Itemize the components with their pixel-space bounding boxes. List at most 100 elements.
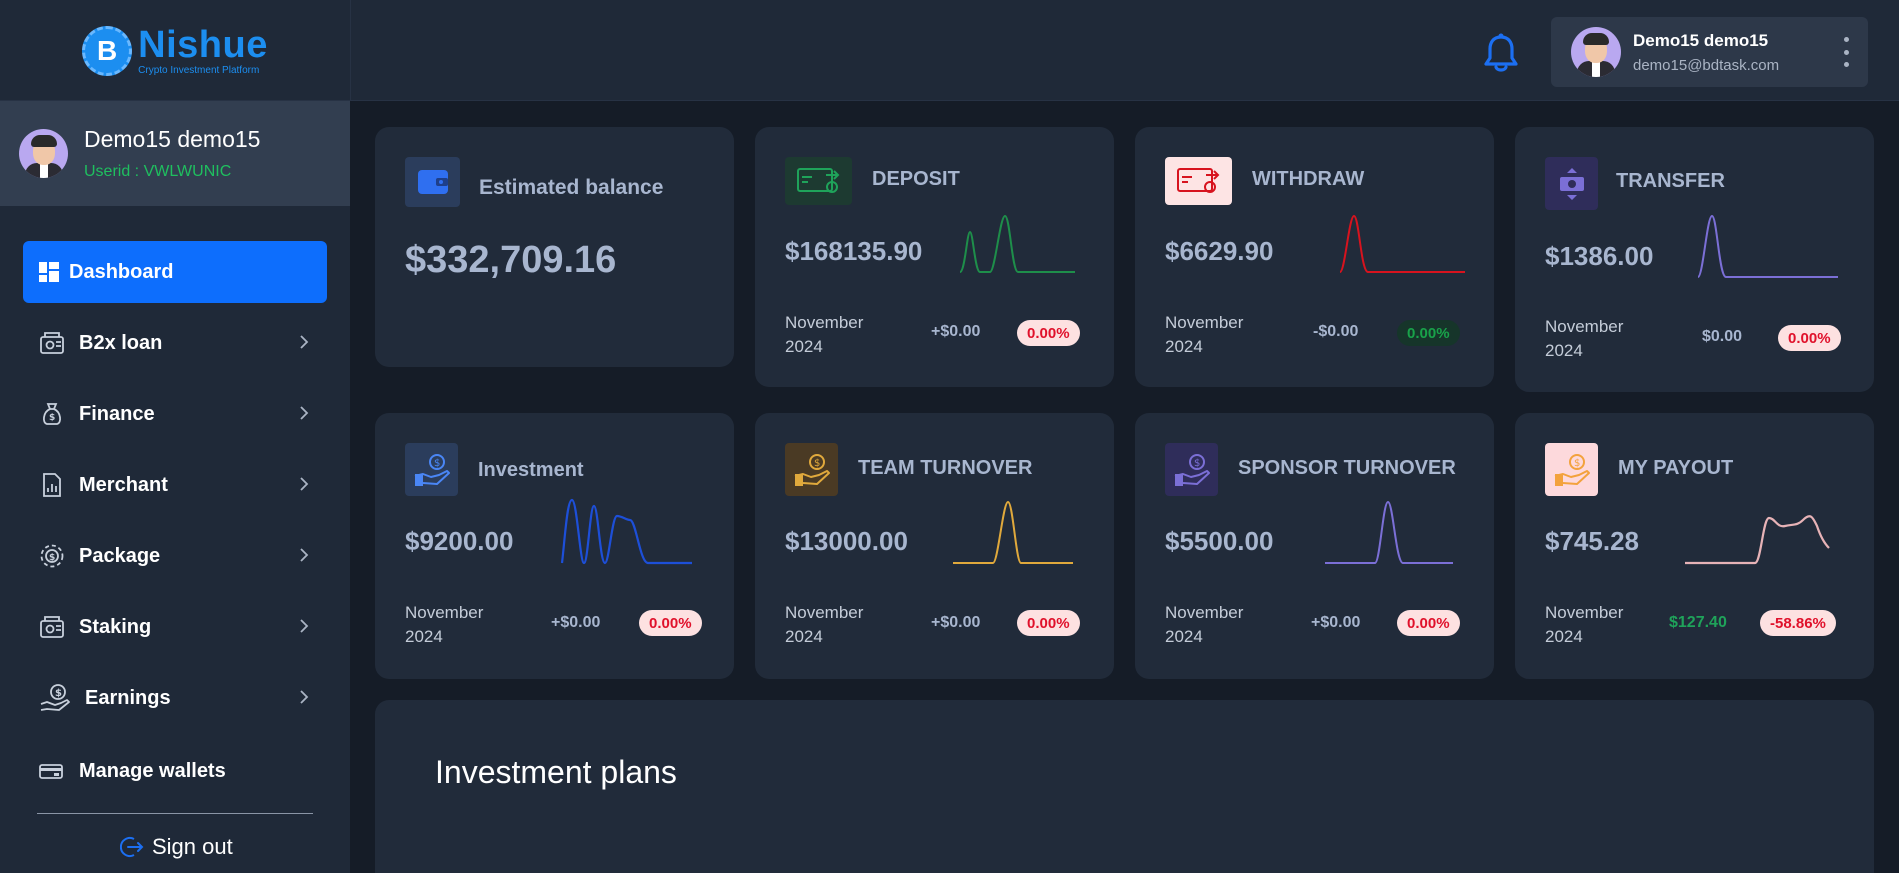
deposit-icon (785, 157, 852, 205)
sidebar-item-earnings[interactable]: $ Earnings (23, 667, 327, 729)
team-turnover-sparkline (953, 500, 1073, 564)
svg-text:$: $ (49, 413, 55, 423)
svg-text:$: $ (49, 553, 55, 563)
withdraw-card[interactable]: WITHDRAW $6629.90 November 2024 -$0.00 0.… (1135, 127, 1494, 387)
team-turnover-value: $13000.00 (785, 526, 908, 556)
sidebar-item-staking[interactable]: Staking (23, 596, 327, 658)
deposit-value: $168135.90 (785, 236, 923, 266)
sponsor-turnover-delta: +$0.00 (1311, 614, 1361, 631)
avatar (1571, 27, 1621, 77)
top-bar: B Nishue Crypto Investment Platform Demo… (0, 0, 1899, 101)
team-turnover-title: TEAM TURNOVER (858, 457, 1033, 479)
sponsor-turnover-sparkline (1325, 500, 1453, 564)
chevron-right-icon (300, 335, 309, 349)
transfer-sparkline (1697, 214, 1838, 278)
sponsor-turnover-percent-badge: 0.00% (1397, 610, 1460, 636)
sidebar-item-dashboard[interactable]: Dashboard (23, 241, 327, 303)
sidebar-item-label: Finance (79, 402, 155, 425)
wallet-card-icon (39, 758, 65, 784)
team-turnover-delta: +$0.00 (931, 614, 981, 631)
sidebar-item-b2x-loan[interactable]: B2x loan (23, 312, 327, 374)
balance-value: $332,709.16 (405, 239, 617, 281)
dashboard-icon (39, 259, 59, 285)
transfer-date: November 2024 (1545, 317, 1624, 360)
loan-icon (39, 330, 65, 356)
team-turnover-percent-badge: 0.00% (1017, 610, 1080, 636)
brand-tagline: Crypto Investment Platform (138, 64, 260, 76)
package-icon: $ (39, 543, 65, 569)
brand-logo[interactable]: B Nishue Crypto Investment Platform (0, 0, 351, 101)
team-turnover-card[interactable]: $ TEAM TURNOVER $13000.00 November 2024 +… (755, 413, 1114, 679)
chevron-right-icon (300, 619, 309, 633)
withdraw-date: November 2024 (1165, 313, 1244, 356)
my-payout-card[interactable]: $ MY PAYOUT $745.28 November 2024 $127.40… (1515, 413, 1874, 679)
transfer-card[interactable]: TRANSFER $1386.00 November 2024 $0.00 0.0… (1515, 127, 1874, 392)
transfer-value: $1386.00 (1545, 241, 1654, 271)
svg-text:$: $ (814, 458, 820, 469)
sponsor-turnover-hand-icon: $ (1165, 443, 1218, 496)
sidebar-user-id: Userid : VWLWUNIC (84, 163, 232, 180)
my-payout-percent-badge: -58.86% (1760, 610, 1836, 636)
sidebar-item-merchant[interactable]: Merchant (23, 454, 327, 516)
user-menu[interactable]: Demo15 demo15 demo15@bdtask.com (1551, 17, 1868, 87)
sponsor-turnover-date: November 2024 (1165, 603, 1244, 646)
header-user-name: Demo15 demo15 (1633, 30, 1769, 50)
transfer-delta: $0.00 (1702, 328, 1743, 345)
withdraw-sparkline (1339, 214, 1465, 273)
team-turnover-date: November 2024 (785, 603, 864, 646)
my-payout-date: November 2024 (1545, 603, 1624, 646)
notification-bell-icon[interactable] (1482, 33, 1520, 73)
bitcoin-coin-icon: B (82, 25, 133, 76)
sidebar-item-label: Staking (79, 615, 152, 638)
more-options-icon[interactable] (1842, 37, 1850, 67)
deposit-sparkline (959, 214, 1075, 273)
transfer-icon (1545, 157, 1598, 210)
svg-text:$: $ (434, 458, 440, 469)
deposit-date: November 2024 (785, 313, 864, 356)
investment-percent-badge: 0.00% (639, 610, 702, 636)
sidebar-item-manage-wallets[interactable]: Manage wallets (23, 740, 327, 802)
sidebar-item-label: Package (79, 544, 161, 567)
header-user-email: demo15@bdtask.com (1633, 56, 1780, 74)
investment-sparkline (560, 498, 692, 565)
deposit-card[interactable]: DEPOSIT $168135.90 November 2024 +$0.00 0… (755, 127, 1114, 387)
withdraw-percent-badge: 0.00% (1397, 320, 1460, 346)
sidebar-item-finance[interactable]: $ Finance (23, 383, 327, 445)
sign-out-button[interactable]: Sign out (120, 834, 233, 860)
earnings-icon: $ (39, 682, 71, 714)
sidebar-item-label: Merchant (79, 473, 168, 496)
svg-text:$: $ (1574, 458, 1580, 469)
team-turnover-hand-icon: $ (785, 443, 838, 496)
sidebar-item-package[interactable]: $ Package (23, 525, 327, 587)
deposit-title: DEPOSIT (872, 168, 960, 190)
sidebar-item-label: Manage wallets (79, 759, 226, 782)
transfer-percent-badge: 0.00% (1778, 325, 1841, 351)
svg-text:$: $ (55, 688, 62, 699)
brand-name: Nishue (138, 23, 268, 66)
chevron-right-icon (300, 477, 309, 491)
sponsor-turnover-value: $5500.00 (1165, 526, 1274, 556)
investment-plans-section: Investment plans (375, 700, 1874, 873)
sign-out-icon (120, 837, 144, 857)
investment-date: November 2024 (405, 603, 484, 646)
staking-icon (39, 614, 65, 640)
investment-hand-icon: $ (405, 443, 458, 496)
withdraw-icon (1165, 157, 1232, 205)
estimated-balance-card: Estimated balance $332,709.16 (375, 127, 734, 367)
sidebar-profile: Demo15 demo15 Userid : VWLWUNIC (0, 101, 350, 206)
withdraw-title: WITHDRAW (1252, 168, 1365, 190)
my-payout-title: MY PAYOUT (1618, 457, 1734, 479)
money-bag-icon: $ (39, 401, 65, 427)
my-payout-value: $745.28 (1545, 526, 1639, 556)
investment-card[interactable]: $ Investment $9200.00 November 2024 +$0.0… (375, 413, 734, 679)
chevron-right-icon (300, 548, 309, 562)
wallet-icon (405, 157, 460, 207)
my-payout-delta: $127.40 (1669, 614, 1727, 631)
investment-title: Investment (478, 459, 584, 481)
investment-value: $9200.00 (405, 526, 514, 556)
sponsor-turnover-card[interactable]: $ SPONSOR TURNOVER $5500.00 November 2024… (1135, 413, 1494, 679)
sponsor-turnover-title: SPONSOR TURNOVER (1238, 457, 1456, 479)
sidebar-item-label: B2x loan (79, 331, 163, 354)
sidebar-item-label: Dashboard (69, 260, 174, 283)
my-payout-sparkline (1685, 515, 1830, 565)
